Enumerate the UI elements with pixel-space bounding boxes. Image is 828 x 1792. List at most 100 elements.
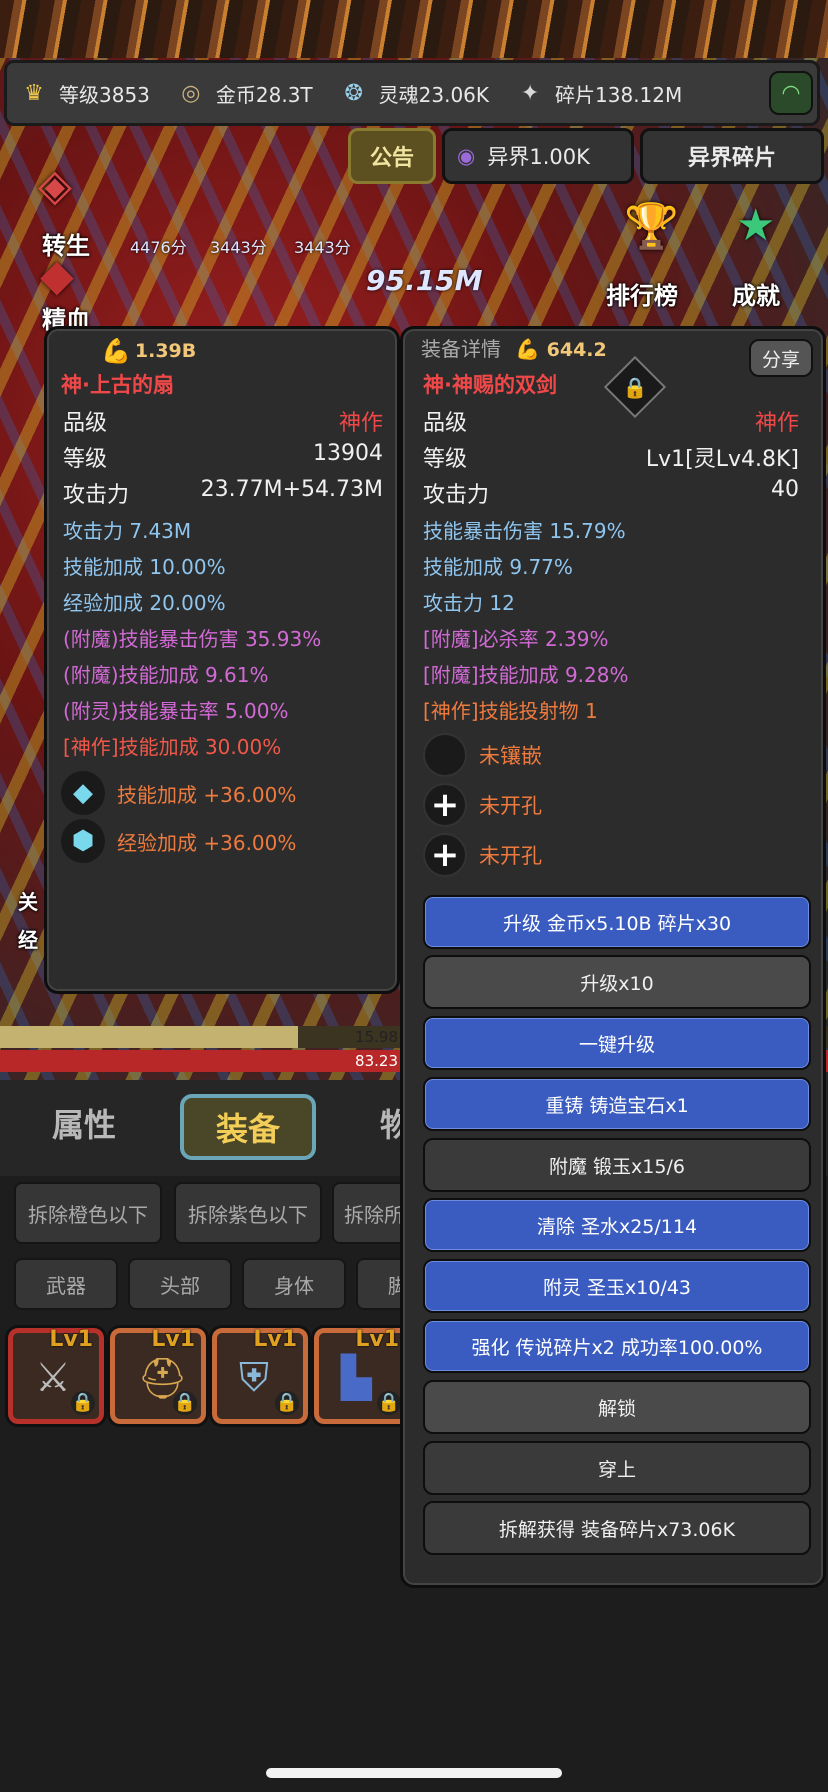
gold-text: 金币28.3T (215, 82, 313, 107)
lock-icon: 🔒 (173, 1391, 197, 1415)
achievement-label[interactable]: 成就 (732, 276, 780, 311)
slot-head-button[interactable]: 头部 (128, 1258, 232, 1310)
ranking-icon[interactable]: 🏆 (624, 200, 679, 252)
otherworld-counter: ◉ 异界1.00K (442, 128, 634, 184)
upgrade-x10-button[interactable]: 升级x10 (423, 955, 811, 1009)
otherworld-shard-button[interactable]: 异界碎片 (640, 128, 824, 184)
equip-button[interactable]: 穿上 (423, 1441, 811, 1495)
signal-button[interactable]: ◠ (769, 71, 813, 115)
detail-grade-row: 品级 神作 (423, 405, 799, 436)
lock-icon: 🔒 (622, 375, 648, 399)
soul-text: 灵魂23.06K (378, 82, 490, 107)
row-value: 23.77M+54.73M (200, 477, 383, 502)
one-click-upgrade-button[interactable]: 一键升级 (423, 1016, 811, 1070)
equip-slot-feet[interactable]: Lv1 ▙ 🔒 (311, 1325, 413, 1427)
score-3: 3443分 (294, 238, 351, 257)
current-attr: (附灵)技能暴击率 5.00% (63, 699, 289, 723)
row-value: 神作 (338, 411, 383, 436)
detail-attr: 技能加成 9.77% (423, 555, 573, 579)
slot-level: Lv1 (253, 1327, 297, 1352)
upgrade-button[interactable]: 升级 金币x5.10B 碎片x30 (423, 895, 811, 949)
spirit-attach-button[interactable]: 附灵 圣玉x10/43 (423, 1259, 811, 1313)
level-text: 等级3853 (59, 82, 150, 107)
dismantle-button[interactable]: 拆解获得 装备碎片x73.06K (423, 1501, 811, 1555)
slot-body-button[interactable]: 身体 (242, 1258, 346, 1310)
shard-text: 碎片138.12M (555, 82, 683, 107)
detail-power-value: 644.2 (546, 339, 607, 361)
gem-socket-unopened[interactable]: + 未开孔 (423, 833, 542, 877)
boots-icon: ▙ (341, 1355, 372, 1401)
tab-attributes[interactable]: 属性 (52, 1100, 116, 1146)
detail-attr: [附魔]必杀率 2.39% (423, 627, 609, 651)
equip-slot-head[interactable]: Lv1 ⛑ 🔒 (107, 1325, 209, 1427)
flexed-arm-icon: 💪 (101, 337, 131, 365)
detail-title-text: 装备详情 (421, 337, 501, 361)
share-button[interactable]: 分享 (749, 339, 813, 377)
current-gem-1: ◆ 技能加成 +36.00% (61, 771, 296, 815)
battle-scene-top (0, 0, 828, 58)
gem-icon: ⬢ (61, 819, 105, 863)
resource-bar: ♛ 等级3853 ◎ 金币28.3T ❂ 灵魂23.06K ✦ 碎片138.12… (4, 60, 820, 126)
hp-progress-text: 83.23 (355, 1052, 398, 1070)
slot-weapon-button[interactable]: 武器 (14, 1258, 118, 1310)
row-label: 等级 (63, 447, 108, 472)
refine-icon[interactable]: ◆ (40, 250, 74, 301)
achievement-icon[interactable]: ★ (736, 200, 775, 251)
socket-text: 未镶嵌 (479, 744, 542, 768)
enchant-button[interactable]: 附魔 锻玉x15/6 (423, 1138, 811, 1192)
current-attr: 攻击力 7.43M (63, 519, 192, 543)
strengthen-button[interactable]: 强化 传说碎片x2 成功率100.00% (423, 1319, 811, 1373)
current-attack-row: 攻击力 23.77M+54.73M (63, 477, 383, 508)
notice-button[interactable]: 公告 (348, 128, 436, 184)
resource-soul: ❂ 灵魂23.06K (337, 76, 489, 110)
dismantle-below-purple-button[interactable]: 拆除紫色以下 (174, 1182, 322, 1244)
gem-text: 经验加成 +36.00% (117, 830, 297, 855)
clear-button[interactable]: 清除 圣水x25/114 (423, 1198, 811, 1252)
reforge-button[interactable]: 重铸 铸造宝石x1 (423, 1077, 811, 1131)
current-attr: [神作]技能加成 30.00% (63, 735, 282, 759)
row-value: 13904 (313, 441, 383, 466)
plus-icon: + (423, 783, 467, 827)
resource-level: ♛ 等级3853 (17, 76, 150, 110)
tab-equipment[interactable]: 装备 (180, 1094, 316, 1160)
resource-shard: ✦ 碎片138.12M (513, 76, 682, 110)
shard-icon: ✦ (520, 80, 540, 106)
socket-text: 未开孔 (479, 844, 542, 868)
otherworld-text: 异界1.00K (487, 145, 590, 169)
twin-swords-icon: ⚔ (35, 1355, 71, 1401)
soul-icon: ❂ (344, 80, 363, 106)
detail-attack-row: 攻击力 40 (423, 477, 799, 508)
flexed-arm-icon: 💪 (515, 337, 541, 361)
row-label: 品级 (63, 411, 108, 436)
dismantle-below-orange-button[interactable]: 拆除橙色以下 (14, 1182, 162, 1244)
home-indicator[interactable] (266, 1768, 562, 1778)
row-label: 攻击力 (63, 483, 130, 508)
current-power: 💪 1.39B (101, 337, 196, 365)
rebirth-icon[interactable]: ◈ (38, 160, 72, 211)
equip-slot-body[interactable]: Lv1 ⛨ 🔒 (209, 1325, 311, 1427)
resource-gold: ◎ 金币28.3T (174, 76, 313, 110)
slot-level: Lv1 (49, 1327, 93, 1352)
signal-icon: ◠ (781, 80, 801, 106)
unlock-button[interactable]: 解锁 (423, 1380, 811, 1434)
socket-text: 未开孔 (479, 794, 542, 818)
gold-coin-icon: ◎ (181, 80, 201, 106)
gem-socket-empty[interactable]: 未镶嵌 (423, 733, 542, 777)
ranking-label[interactable]: 排行榜 (606, 276, 678, 311)
equip-slot-weapon[interactable]: Lv1 ⚔ 🔒 (5, 1325, 107, 1427)
crown-icon: ♛ (24, 80, 44, 106)
row-value: 40 (771, 477, 799, 502)
detail-item-name: 神·神赐的双剑 (423, 373, 557, 397)
detail-attr: [附魔]技能加成 9.28% (423, 663, 629, 687)
current-attr: (附魔)技能加成 9.61% (63, 663, 269, 687)
gem-socket-unopened[interactable]: + 未开孔 (423, 783, 542, 827)
stage-label-cut: 关 (18, 890, 38, 914)
lock-icon: 🔒 (71, 1391, 95, 1415)
slot-level: Lv1 (355, 1327, 399, 1352)
empty-socket-icon (423, 733, 467, 777)
damage-number: 95.15M (366, 264, 483, 297)
current-attr: 技能加成 10.00% (63, 555, 226, 579)
current-level-row: 等级 13904 (63, 441, 383, 472)
detail-attr: 攻击力 12 (423, 591, 515, 615)
equipped-item-panel: 💪 1.39B 神·上古的扇 品级 神作 等级 13904 攻击力 23.77M… (44, 326, 400, 994)
